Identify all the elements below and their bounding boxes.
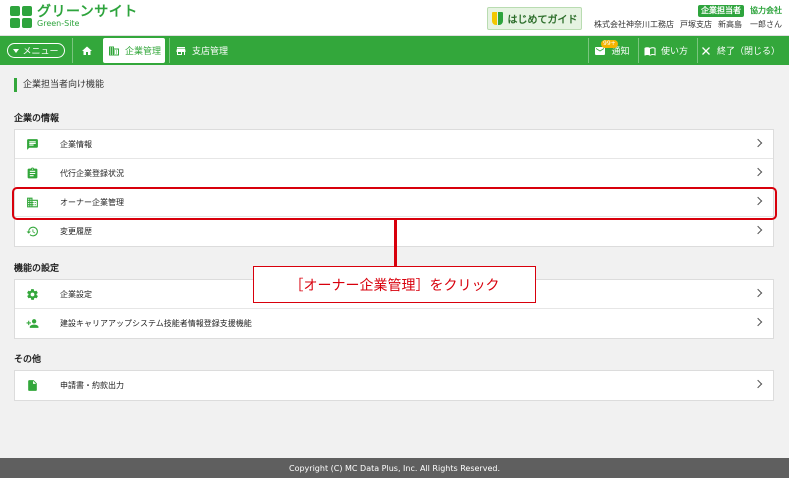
guide-button-label: はじめてガイド: [507, 15, 578, 26]
list-item-label: 申請書・約款出力: [60, 381, 124, 390]
nav-exit-label: 終了（閉じる）: [716, 47, 780, 57]
chevron-right-icon: [753, 288, 763, 298]
chevron-right-icon: [753, 379, 763, 389]
list-item-label: 企業設定: [60, 290, 92, 299]
menu-button[interactable]: メニュー: [7, 43, 65, 58]
add-person-icon: [26, 319, 39, 328]
close-icon: [702, 46, 710, 55]
site-logo[interactable]: グリーンサイト Green-Site: [10, 5, 138, 28]
chevron-right-icon: [753, 138, 763, 148]
user-info: 企業担当者 協力会社 株式会社神奈川工務店 戸塚支店 新高島 一郎さん: [592, 5, 782, 31]
list-item-label: 企業情報: [60, 140, 92, 149]
group-title-function-settings: 機能の設定: [14, 264, 60, 274]
top-header: グリーンサイト Green-Site はじめてガイド 企業担当者 協力会社 株式…: [0, 0, 789, 36]
list-item-label: 代行企業登録状況: [60, 169, 124, 178]
store-icon: [176, 46, 186, 55]
nav-home[interactable]: [72, 38, 100, 63]
nav-company-label: 企業管理: [124, 47, 161, 57]
nav-branch-management[interactable]: 支店管理: [169, 38, 233, 63]
logo-mark-icon: [10, 5, 32, 28]
page-footer: Copyright (C) MC Data Plus, Inc. All Rig…: [0, 458, 789, 478]
list-item-proxy-registration-status[interactable]: 代行企業登録状況: [15, 159, 773, 188]
logo-title: グリーンサイト: [37, 4, 138, 20]
list-item-label: 変更履歴: [60, 227, 92, 236]
branch-name: 戸塚支店: [680, 20, 712, 29]
building-icon: [108, 46, 119, 55]
group-title-other: その他: [14, 355, 42, 365]
instruction-callout: ［オーナー企業管理］をクリック: [253, 266, 536, 303]
callout-connector-line: [394, 220, 397, 267]
clipboard-icon: [27, 167, 38, 179]
list-item-application-output[interactable]: 申請書・約款出力: [15, 371, 773, 400]
chevron-right-icon: [753, 167, 763, 177]
nav-exit-close[interactable]: 終了（閉じる）: [697, 38, 782, 63]
history-icon: [26, 226, 38, 237]
partner-label: 協力会社: [750, 6, 782, 15]
chevron-right-icon: [753, 225, 763, 235]
nav-notifications[interactable]: 99+ 通知: [588, 38, 635, 63]
home-icon: [81, 46, 92, 55]
nav-how-to-label: 使い方: [660, 47, 688, 57]
person-name: 新高島 一郎さん: [718, 20, 782, 29]
logo-subtitle: Green-Site: [37, 19, 80, 28]
other-list: 申請書・約款出力: [14, 370, 774, 401]
list-item-company-info[interactable]: 企業情報: [15, 130, 773, 159]
document-icon: [28, 380, 37, 391]
menu-button-label: メニュー: [22, 47, 59, 57]
notification-count-badge: 99+: [601, 40, 618, 48]
nav-company-management[interactable]: 企業管理: [103, 38, 165, 63]
highlight-owner-company-row: [12, 187, 777, 220]
nav-branch-label: 支店管理: [191, 47, 228, 57]
role-badge: 企業担当者: [698, 5, 744, 17]
chat-icon: [27, 139, 38, 150]
list-item-ccus-registration-support[interactable]: 建設キャリアアップシステム技能者情報登録支援機能: [15, 309, 773, 338]
caret-down-icon: [13, 48, 20, 53]
book-icon: [644, 46, 656, 56]
beginner-guide-button[interactable]: はじめてガイド: [487, 7, 582, 30]
chevron-right-icon: [753, 317, 763, 327]
group-title-company-info: 企業の情報: [14, 114, 60, 124]
gear-icon: [27, 289, 38, 300]
main-nav-bar: メニュー 企業管理 支店管理 99+ 通知 使い方 終了（閉じる）: [0, 36, 789, 65]
page-section-title: 企業担当者向け機能: [14, 78, 104, 92]
beginner-leaf-icon: [491, 12, 503, 25]
company-name: 株式会社神奈川工務店: [594, 20, 674, 29]
nav-how-to-use[interactable]: 使い方: [638, 38, 693, 63]
list-item-label: 建設キャリアアップシステム技能者情報登録支援機能: [60, 319, 252, 328]
